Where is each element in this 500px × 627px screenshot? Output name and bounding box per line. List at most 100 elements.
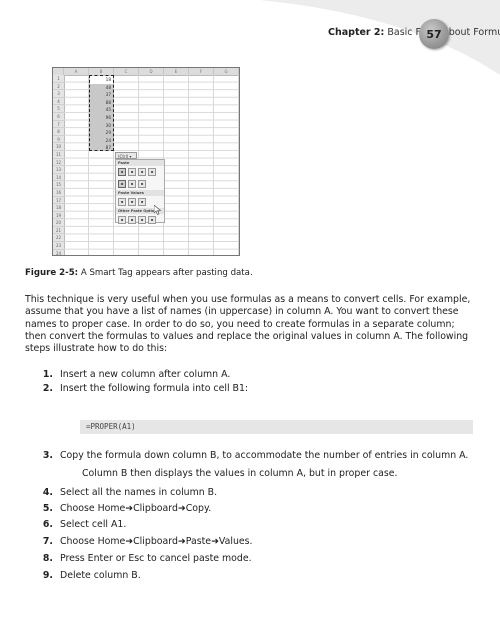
values-number-format-icon: ▪ [128, 198, 136, 206]
caption-text: A Smart Tag appears after pasting data. [80, 268, 253, 278]
step-number: 5. [42, 503, 53, 514]
step-number: 1. [42, 369, 53, 380]
cell-value: 18 [105, 77, 111, 82]
row-header: 5 [53, 105, 64, 113]
figure-caption: Figure 2-5: A Smart Tag appears after pa… [25, 268, 253, 278]
row-header: 21 [53, 227, 64, 235]
values-icon: ▪ [118, 198, 126, 206]
chapter-label: Chapter 2: [328, 27, 385, 38]
step-item: 2. Insert the following formula into cell… [38, 383, 248, 394]
row-header: 8 [53, 128, 64, 136]
row-header: 6 [53, 113, 64, 121]
caption-label: Figure 2-5: [25, 268, 79, 278]
row-header: 20 [53, 219, 64, 227]
row-header: 24 [53, 250, 64, 255]
cell-value: 96 [105, 115, 111, 120]
step-number: 2. [42, 383, 53, 394]
row-header: 17 [53, 197, 64, 205]
running-header: Chapter 2: Basic Facts about Formulas [328, 27, 500, 38]
paste-menu-icon-row: ▪ ▪ ▪ ▪ [116, 214, 164, 226]
paste-smart-tag: (Ctrl) ▾ [115, 152, 137, 159]
step-text: Choose Home➜Clipboard➜Copy. [60, 503, 212, 514]
cell-value: 48 [105, 84, 111, 90]
selected-range-column-b: 18 48 37 88 45 96 30 29 24 87 [89, 75, 114, 151]
column-header: G [214, 68, 239, 75]
step-text: Insert the following formula into cell B… [60, 383, 249, 394]
row-header: 15 [53, 181, 64, 189]
cell-value: 87 [105, 145, 111, 151]
paste-menu-icon-row: ▪ ▪ ▪ [116, 178, 164, 190]
cell-value: 30 [105, 122, 111, 128]
row-header: 3 [53, 90, 64, 98]
row-header: 16 [53, 189, 64, 197]
page-number: 57 [426, 27, 442, 41]
formulas-number-format-icon: ▪ [138, 168, 146, 176]
keep-column-widths-icon: ▪ [128, 180, 136, 188]
row-header: 10 [53, 143, 64, 151]
cell-value: 88 [105, 99, 111, 105]
step-3-continuation: Column B then displays the values in col… [82, 468, 398, 479]
cell-value: 45 [105, 107, 111, 113]
linked-picture-icon: ▪ [148, 216, 156, 224]
step-number: 8. [42, 553, 53, 564]
column-header: C [114, 68, 139, 75]
values-source-formatting-icon: ▪ [138, 198, 146, 206]
row-header: 22 [53, 234, 64, 243]
cell-value: 29 [105, 130, 111, 136]
step-item: 3. Copy the formula down column B, to acc… [38, 450, 468, 461]
step-item: 5. Choose Home➜Clipboard➜Copy. [38, 503, 211, 514]
row-header: 1 [53, 75, 64, 83]
row-header: 12 [53, 159, 64, 167]
paste-link-icon: ▪ [128, 216, 136, 224]
transpose-icon: ▪ [138, 180, 146, 188]
step-text: Delete column B. [60, 570, 141, 581]
column-header: D [139, 68, 164, 75]
row-header: 13 [53, 166, 64, 174]
row-header: 7 [53, 121, 64, 129]
step-item: 4. Select all the names in column B. [38, 487, 217, 498]
step-number: 9. [42, 570, 53, 581]
keep-source-formatting-icon: ▪ [148, 168, 156, 176]
cell-value: 24 [105, 137, 111, 143]
no-borders-icon: ▪ [118, 180, 126, 188]
row-header: 2 [53, 83, 64, 91]
step-number: 6. [42, 519, 53, 530]
cell-value: 37 [105, 92, 111, 98]
step-item: 6. Select cell A1. [38, 519, 126, 530]
row-header: 14 [53, 174, 64, 182]
column-header: B [89, 68, 114, 75]
step-number: 4. [42, 487, 53, 498]
paste-menu-icon-row: ▪ ▪ ▪ ▪ [116, 166, 164, 178]
formatting-icon: ▪ [118, 216, 126, 224]
step-text: Choose Home➜Clipboard➜Paste➜Values. [60, 536, 253, 547]
step-text: Press Enter or Esc to cancel paste mode. [60, 553, 252, 564]
spreadsheet-figure: ABCDEFG 1 2 3 4 5 6 7 8 9 10 11 12 13 14 15 16 17 18 19 20 2… [52, 67, 240, 256]
formulas-icon: ▪ [128, 168, 136, 176]
step-number: 7. [42, 536, 53, 547]
step-text: Copy the formula down column B, to accom… [60, 450, 469, 461]
row-header: 9 [53, 136, 64, 144]
row-header: 18 [53, 204, 64, 212]
step-text: Select all the names in column B. [60, 487, 218, 498]
corner-cell [53, 68, 64, 75]
column-header: F [189, 68, 214, 75]
row-header: 4 [53, 98, 64, 106]
step-item: 9. Delete column B. [38, 570, 141, 581]
column-header: E [164, 68, 189, 75]
formula-code-block: =PROPER(A1) [80, 420, 473, 434]
row-header: 19 [53, 212, 64, 220]
column-header: A [64, 68, 89, 75]
body-paragraph: This technique is very useful when you u… [25, 294, 471, 355]
row-header: 23 [53, 242, 64, 250]
step-text: Insert a new column after column A. [60, 369, 231, 380]
paste-icon: ▪ [118, 168, 126, 176]
row-header: 11 [53, 151, 64, 159]
step-item: 1. Insert a new column after column A. [38, 369, 230, 380]
mouse-pointer-icon [154, 205, 162, 215]
step-item: 7. Choose Home➜Clipboard➜Paste➜Values. [38, 536, 253, 547]
picture-icon: ▪ [138, 216, 146, 224]
step-text: Select cell A1. [60, 519, 127, 530]
page-number-badge: 57 [419, 19, 449, 49]
step-number: 3. [42, 450, 53, 461]
step-item: 8. Press Enter or Esc to cancel paste mod… [38, 553, 252, 564]
